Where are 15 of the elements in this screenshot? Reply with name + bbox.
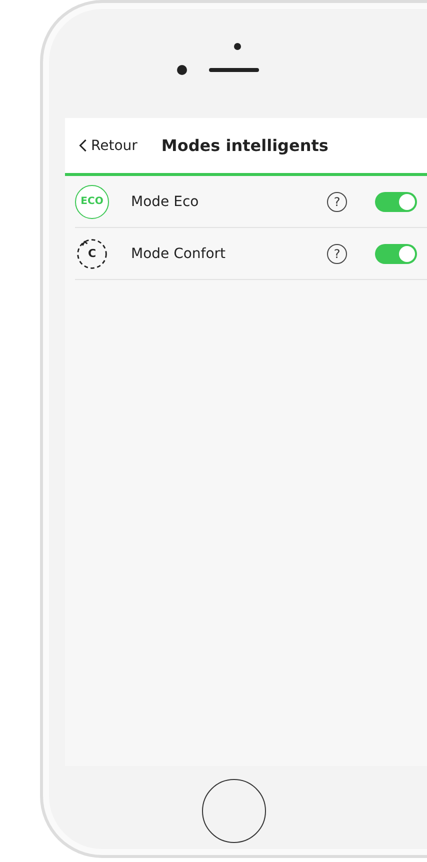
home-button[interactable] [202, 778, 266, 842]
toggle-switch[interactable] [375, 192, 417, 212]
mode-label: Mode Confort [131, 246, 227, 262]
camera-dot [176, 65, 186, 75]
help-button[interactable]: ? [327, 244, 347, 264]
help-button[interactable]: ? [327, 192, 347, 212]
speaker-grille [208, 68, 258, 72]
toggle-switch[interactable] [375, 244, 417, 264]
dashed-circle-icon: C [75, 236, 109, 270]
chevron-left-icon [79, 139, 87, 152]
mode-label: Mode Eco [131, 194, 200, 210]
back-button[interactable]: Retour [79, 138, 138, 154]
screen-title: Modes intelligents [161, 136, 328, 155]
eco-badge-icon: ECO [75, 184, 109, 218]
sensor-dot [234, 43, 241, 50]
